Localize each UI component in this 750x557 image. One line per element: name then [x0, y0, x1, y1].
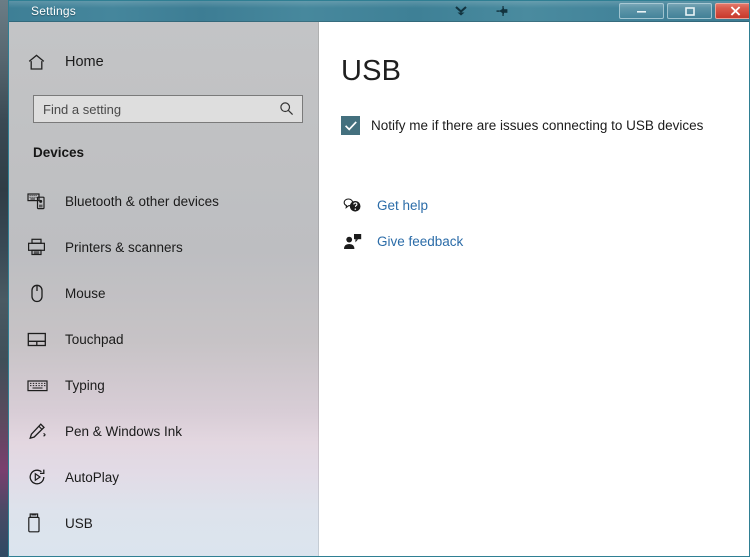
autoplay-icon — [27, 467, 57, 487]
search-input[interactable] — [34, 96, 270, 122]
notify-usb-issues-checkbox[interactable] — [341, 116, 360, 135]
search-box[interactable] — [33, 95, 303, 123]
give-feedback-link[interactable]: Give feedback — [341, 226, 749, 256]
sidebar-item-label: Pen & Windows Ink — [65, 423, 183, 439]
page-title: USB — [341, 55, 402, 87]
sidebar-item-autoplay[interactable]: AutoPlay — [9, 454, 319, 500]
sidebar-item-label: Home — [65, 54, 104, 70]
pin-icon[interactable] — [494, 3, 512, 20]
sidebar-item-pen-windows-ink[interactable]: Pen & Windows Ink — [9, 408, 319, 454]
sidebar-item-label: Printers & scanners — [65, 239, 183, 255]
sidebar-item-typing[interactable]: Typing — [9, 362, 319, 408]
sidebar: Home Devices — [9, 22, 319, 556]
feedback-person-icon — [341, 233, 363, 250]
sidebar-item-home[interactable]: Home — [9, 47, 319, 77]
sidebar-item-label: Touchpad — [65, 331, 124, 347]
sidebar-item-printers-scanners[interactable]: Printers & scanners — [9, 224, 319, 270]
help-bubble-icon — [341, 197, 363, 214]
sidebar-nav-list: Bluetooth & other devices Printers & sca… — [9, 178, 319, 546]
keyboard-icon — [27, 378, 57, 393]
sidebar-item-usb[interactable]: USB — [9, 500, 319, 546]
sidebar-item-label: Typing — [65, 377, 105, 393]
sidebar-item-label: Mouse — [65, 285, 106, 301]
main-content: USB Notify me if there are issues connec… — [319, 22, 749, 556]
usb-drive-icon — [27, 513, 57, 533]
bluetooth-devices-icon — [27, 192, 57, 210]
sidebar-item-bluetooth-other-devices[interactable]: Bluetooth & other devices — [9, 178, 319, 224]
sidebar-item-label: Bluetooth & other devices — [65, 193, 219, 209]
window-content: Home Devices — [9, 22, 749, 556]
close-button[interactable] — [715, 3, 749, 19]
sidebar-item-mouse[interactable]: Mouse — [9, 270, 319, 316]
touchpad-icon — [27, 331, 57, 348]
search-icon[interactable] — [279, 101, 294, 121]
sidebar-item-touchpad[interactable]: Touchpad — [9, 316, 319, 362]
pen-icon — [27, 422, 57, 441]
notify-usb-issues-row[interactable]: Notify me if there are issues connecting… — [341, 116, 749, 135]
help-links: Get help Give feedback — [341, 190, 749, 256]
title-bar[interactable]: Settings — [9, 1, 749, 22]
home-icon — [27, 53, 57, 72]
notify-usb-issues-label: Notify me if there are issues connecting… — [371, 118, 704, 133]
window-title: Settings — [31, 4, 76, 18]
link-label: Get help — [377, 197, 429, 213]
sidebar-item-label: AutoPlay — [65, 469, 120, 485]
minimize-button[interactable] — [619, 3, 664, 19]
maximize-button[interactable] — [667, 3, 712, 19]
get-help-link[interactable]: Get help — [341, 190, 749, 220]
link-label: Give feedback — [377, 233, 464, 249]
settings-window: Settings Home Find a setting Devices Blu… — [8, 0, 750, 557]
printer-icon — [27, 238, 57, 256]
double-chevron-down-icon[interactable] — [452, 3, 470, 20]
sidebar-item-label: USB — [65, 515, 93, 531]
mouse-icon — [27, 284, 57, 303]
sidebar-section-header: Devices — [33, 145, 85, 160]
